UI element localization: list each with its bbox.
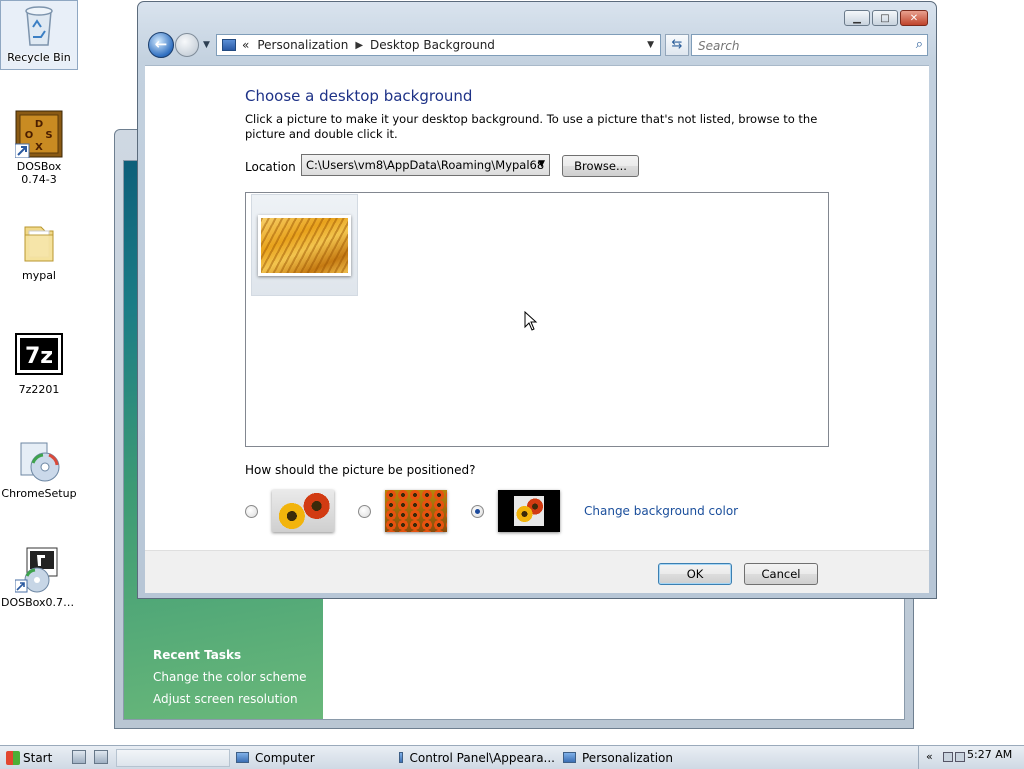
desktop-icon-label: Recycle Bin xyxy=(7,51,71,64)
desktop-icon-recycle-bin[interactable]: Recycle Bin xyxy=(0,0,78,70)
breadcrumb-personalization[interactable]: Personalization xyxy=(257,38,348,52)
svg-text:X: X xyxy=(35,142,43,153)
refresh-button[interactable]: ⇆ xyxy=(665,34,689,56)
desktop-icon-mypal[interactable]: mypal xyxy=(1,219,77,282)
navigation-bar: ← ▼ « Personalization ▶ Desktop Backgrou… xyxy=(146,32,928,58)
desktop-icon-7z2201[interactable]: 7z 7z2201 xyxy=(1,333,77,396)
desktop-icon-label: 7z2201 xyxy=(18,383,60,396)
recent-pages-dropdown[interactable]: ▼ xyxy=(203,40,210,50)
taskbar-blank-button[interactable] xyxy=(116,749,230,767)
7zip-icon: 7z xyxy=(15,333,63,381)
window-controls: ▁ □ ✕ xyxy=(844,10,928,26)
chevron-down-icon: ▼ xyxy=(203,40,210,50)
clock[interactable]: 5:27 AM xyxy=(967,748,1012,761)
search-box[interactable]: ⌕ xyxy=(691,34,928,56)
location-value: C:\Users\vm8\AppData\Roaming\Mypal68 xyxy=(306,158,545,172)
switch-windows-icon[interactable] xyxy=(94,750,108,764)
start-label: Start xyxy=(23,750,53,765)
forward-button[interactable] xyxy=(175,33,199,57)
taskbar: Start Computer Control Panel\Appeara... … xyxy=(0,745,1024,769)
svg-text:O: O xyxy=(25,130,34,141)
chevron-down-icon[interactable]: ▼ xyxy=(647,40,654,50)
change-background-color-link[interactable]: Change background color xyxy=(584,504,738,518)
chevron-down-icon: ▼ xyxy=(538,159,545,169)
desktop-icon-label: mypal xyxy=(21,269,56,282)
desktop-icon-label: DOSBox 0.74-3 xyxy=(16,160,62,186)
address-bar[interactable]: « Personalization ▶ Desktop Background ▼ xyxy=(216,34,661,56)
position-center-preview[interactable] xyxy=(498,490,560,532)
search-input[interactable] xyxy=(696,38,900,54)
show-desktop-icon[interactable] xyxy=(72,750,86,764)
page-title: Choose a desktop background xyxy=(245,87,473,105)
minimize-icon: ▁ xyxy=(853,12,861,24)
recent-tasks-heading: Recent Tasks xyxy=(153,648,242,662)
desktop-icon-dosbox[interactable]: D O S X DOSBox 0.74-3 xyxy=(1,110,77,186)
desktop-icon-label: DOSBox0.74... xyxy=(1,596,77,609)
svg-text:7z: 7z xyxy=(25,344,53,369)
windows-logo-icon xyxy=(6,750,20,765)
maximize-icon: □ xyxy=(880,12,890,24)
computer-icon xyxy=(236,752,249,763)
taskbar-item-computer[interactable]: Computer xyxy=(236,748,386,767)
start-button[interactable]: Start xyxy=(6,749,52,766)
desktop-icon-dosbox-installer[interactable]: DOSBox0.74... xyxy=(1,546,77,609)
page-description: Click a picture to make it your desktop … xyxy=(245,112,818,141)
volume-icon[interactable] xyxy=(955,752,965,762)
svg-text:S: S xyxy=(45,130,52,141)
recent-tasks: Recent Tasks Change the color scheme Adj… xyxy=(153,644,307,710)
maximize-button[interactable]: □ xyxy=(872,10,898,26)
taskbar-item-label: Computer xyxy=(255,750,315,765)
taskbar-item-label: Personalization xyxy=(582,750,673,765)
desktop-icon-chromesetup[interactable]: ChromeSetup xyxy=(1,437,77,500)
taskbar-item-personalization[interactable]: Personalization xyxy=(563,748,713,767)
position-tile-preview[interactable] xyxy=(385,490,447,532)
location-label: Location xyxy=(245,160,296,174)
dosbox-icon: D O S X xyxy=(14,110,63,159)
ok-button[interactable]: OK xyxy=(658,563,732,585)
location-dropdown[interactable]: C:\Users\vm8\AppData\Roaming\Mypal68 ▼ xyxy=(301,154,550,176)
breadcrumb-separator-icon[interactable]: ▶ xyxy=(355,40,363,51)
picture-item[interactable] xyxy=(251,194,358,296)
position-question: How should the picture be positioned? xyxy=(245,463,476,477)
cancel-button[interactable]: Cancel xyxy=(744,563,818,585)
control-panel-icon xyxy=(222,39,236,51)
desktop-icon-label: ChromeSetup xyxy=(1,487,77,500)
breadcrumb-root-chevron[interactable]: « xyxy=(242,38,249,52)
show-hidden-icons-icon[interactable]: « xyxy=(926,750,933,763)
network-icon[interactable] xyxy=(943,752,953,762)
center-preview-image xyxy=(514,496,544,526)
taskbar-item-label: Control Panel\Appeara... xyxy=(409,750,555,765)
svg-text:D: D xyxy=(35,119,43,130)
corn-picture-thumbnail[interactable] xyxy=(258,215,351,276)
personalization-icon xyxy=(563,752,576,763)
minimize-button[interactable]: ▁ xyxy=(844,10,870,26)
refresh-icon: ⇆ xyxy=(671,37,683,52)
position-center-radio[interactable] xyxy=(471,505,484,518)
back-button[interactable]: ← xyxy=(148,32,174,58)
position-tile-radio[interactable] xyxy=(358,505,371,518)
browse-button[interactable]: Browse... xyxy=(562,155,639,177)
dialog-content: Choose a desktop background Click a pict… xyxy=(145,65,929,550)
search-icon[interactable]: ⌕ xyxy=(916,37,923,52)
back-arrow-icon: ← xyxy=(154,35,168,53)
installer-icon xyxy=(15,437,63,485)
breadcrumb-desktop-background[interactable]: Desktop Background xyxy=(370,38,495,52)
task-link-adjust-resolution[interactable]: Adjust screen resolution xyxy=(153,688,307,710)
position-fit-preview[interactable] xyxy=(272,490,334,532)
task-link-change-color-scheme[interactable]: Change the color scheme xyxy=(153,666,307,688)
recycle-bin-icon xyxy=(15,1,63,49)
position-fit-radio[interactable] xyxy=(245,505,258,518)
desktop-background-window[interactable]: ▁ □ ✕ ← ▼ « Personalization ▶ Desktop Ba… xyxy=(137,1,937,599)
close-button[interactable]: ✕ xyxy=(900,10,928,26)
folder-icon xyxy=(15,219,63,267)
installer-icon xyxy=(14,546,63,594)
control-panel-icon xyxy=(399,752,404,763)
taskbar-item-control-panel[interactable]: Control Panel\Appeara... xyxy=(399,748,555,767)
dialog-footer: OK Cancel xyxy=(145,550,929,593)
close-icon: ✕ xyxy=(909,12,919,24)
mouse-cursor-icon xyxy=(524,311,538,331)
